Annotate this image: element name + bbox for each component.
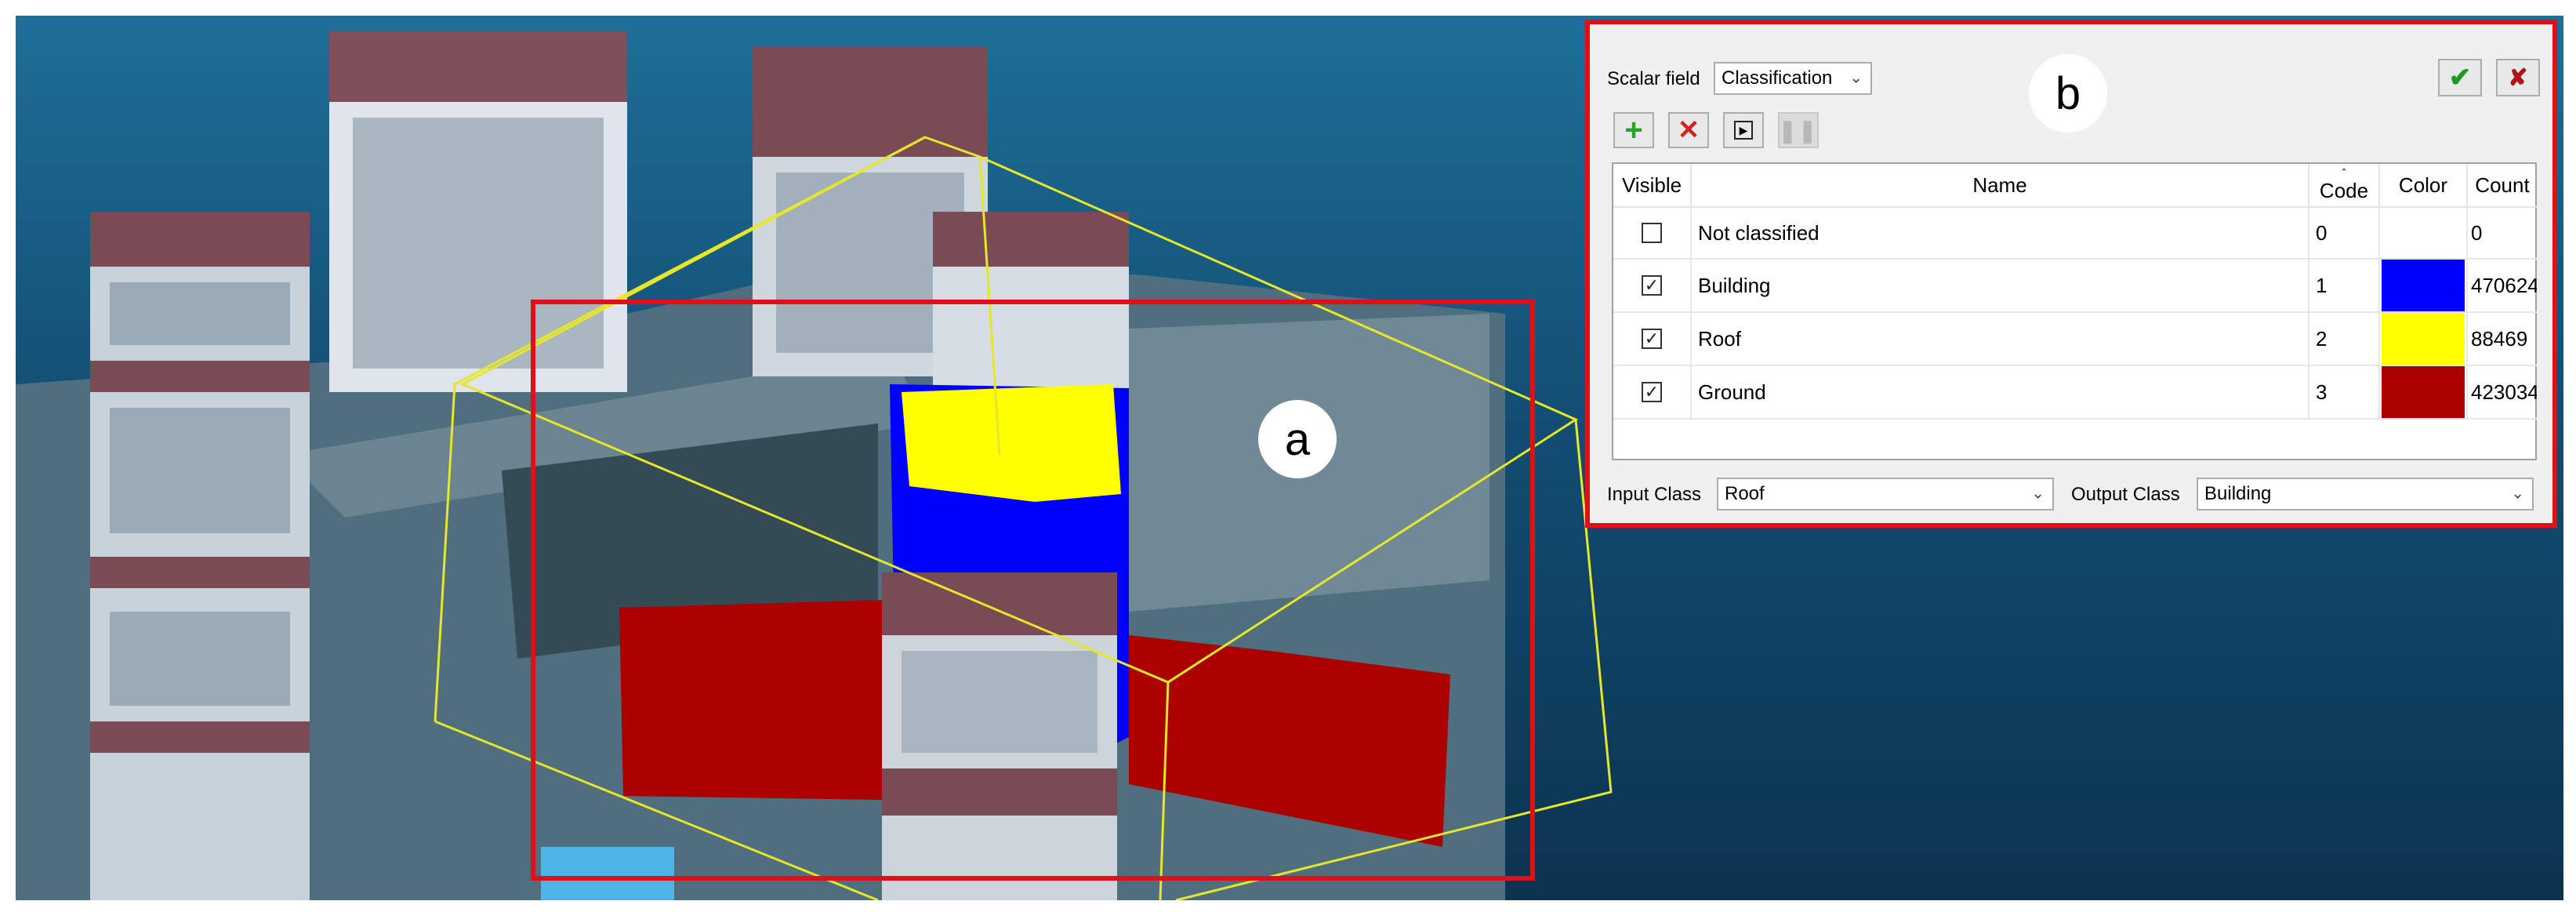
row-count-not-classified[interactable]: 0 <box>2468 208 2537 260</box>
row-name-not-classified[interactable]: Not classified <box>1692 208 2309 260</box>
row-color-ground[interactable] <box>2380 366 2468 420</box>
play-icon: ▶ <box>1734 121 1753 140</box>
classified-roof-yellow <box>902 384 1121 502</box>
column-header-code[interactable]: ˆ Code <box>2309 164 2380 208</box>
marker-b: b <box>2029 54 2107 133</box>
chevron-down-icon: ⌄ <box>1849 69 1863 87</box>
row-visible-checkbox-cell[interactable]: ✓ <box>1613 366 1692 420</box>
row-visible-checkbox-cell[interactable]: ✓ <box>1613 260 1692 313</box>
column-header-name[interactable]: Name <box>1692 164 2309 208</box>
row-visible-checkbox-cell[interactable] <box>1613 208 1692 260</box>
checkmark-icon: ✔ <box>2448 63 2472 93</box>
column-header-code-label: Code <box>2319 178 2369 202</box>
classified-ground-left-red <box>619 600 882 800</box>
row-name-ground[interactable]: Ground <box>1692 366 2309 420</box>
row-count-ground[interactable]: 423034 <box>2468 366 2537 420</box>
color-swatch-ground[interactable] <box>2382 366 2465 418</box>
building-front <box>882 572 1117 900</box>
row-color-not-classified[interactable] <box>2380 208 2468 260</box>
delete-x-icon: ✕ <box>1677 115 1700 145</box>
sort-indicator-icon: ˆ <box>2342 167 2346 181</box>
row-code-not-classified[interactable]: 0 <box>2309 208 2380 260</box>
row-count-roof[interactable]: 88469 <box>2468 313 2537 366</box>
input-class-label: Input Class <box>1607 484 1702 505</box>
close-x-icon: ✘ <box>2508 64 2528 91</box>
visible-checkbox-building[interactable]: ✓ <box>1642 275 1662 296</box>
add-class-button[interactable]: + <box>1613 112 1654 148</box>
row-code-ground[interactable]: 3 <box>2309 366 2380 420</box>
row-visible-checkbox-cell[interactable]: ✓ <box>1613 313 1692 366</box>
output-class-label: Output Class <box>2071 484 2180 505</box>
visible-checkbox-not-classified[interactable] <box>1642 223 1662 243</box>
input-class-select[interactable]: Roof ⌄ <box>1717 478 2054 511</box>
close-button[interactable]: ✘ <box>2496 59 2540 96</box>
column-header-visible[interactable]: Visible <box>1613 164 1692 208</box>
visible-checkbox-roof[interactable]: ✓ <box>1642 329 1662 349</box>
output-class-select[interactable]: Building ⌄ <box>2197 478 2534 511</box>
input-class-value: Roof <box>1725 483 1765 504</box>
building-back-tower <box>329 31 627 392</box>
row-color-building[interactable] <box>2380 260 2468 313</box>
color-swatch-roof[interactable] <box>2382 313 2465 365</box>
row-name-building[interactable]: Building <box>1692 260 2309 313</box>
row-code-building[interactable]: 1 <box>2309 260 2380 313</box>
chevron-down-icon: ⌄ <box>2511 485 2524 503</box>
pause-icon: ❚❚ <box>1778 118 1819 143</box>
plus-icon: + <box>1624 113 1643 147</box>
building-left-tower <box>90 212 310 900</box>
apply-button[interactable]: ✔ <box>2438 59 2482 96</box>
classification-table[interactable]: Visible Name ˆ Code Color Count Not clas… <box>1612 162 2537 460</box>
column-header-count[interactable]: Count <box>2468 164 2537 208</box>
row-count-building[interactable]: 470624 <box>2468 260 2537 313</box>
row-color-roof[interactable] <box>2380 313 2468 366</box>
row-code-roof[interactable]: 2 <box>2309 313 2380 366</box>
classification-dialog[interactable]: Scalar field Classification ⌄ b ✔ ✘ + ✕ … <box>1585 20 2557 528</box>
scalar-field-value: Classification <box>1722 67 1833 89</box>
start-button[interactable]: ▶ <box>1723 112 1764 148</box>
pool <box>541 847 674 900</box>
scalar-field-label: Scalar field <box>1607 68 1700 89</box>
column-header-color[interactable]: Color <box>2380 164 2468 208</box>
row-name-roof[interactable]: Roof <box>1692 313 2309 366</box>
delete-class-button[interactable]: ✕ <box>1668 112 1709 148</box>
scalar-field-select[interactable]: Classification ⌄ <box>1714 62 1872 95</box>
chevron-down-icon: ⌄ <box>2031 485 2044 503</box>
output-class-value: Building <box>2204 483 2272 504</box>
building-central <box>933 212 1129 408</box>
marker-a: a <box>1258 400 1337 478</box>
pause-button[interactable]: ❚❚ <box>1778 112 1819 148</box>
color-swatch-building[interactable] <box>2382 260 2465 311</box>
visible-checkbox-ground[interactable]: ✓ <box>1642 382 1662 402</box>
